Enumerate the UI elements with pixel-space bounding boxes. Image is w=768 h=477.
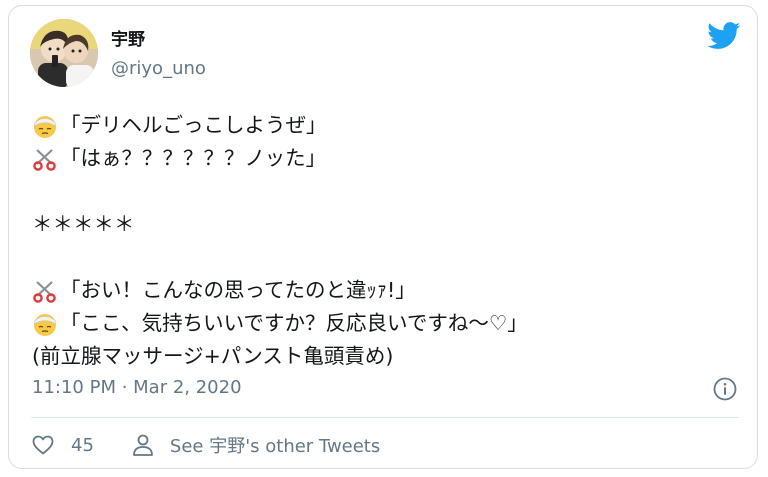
avatar[interactable]: [30, 19, 98, 87]
scissors-emoji: [32, 278, 58, 304]
tweet-line: ＊＊＊＊＊: [32, 208, 732, 241]
tweet-line-text: ＊＊＊＊＊: [32, 212, 135, 236]
divider: [31, 417, 739, 418]
tweet-line: 「デリヘルごっこしようぜ」: [32, 109, 732, 142]
display-name[interactable]: 宇野: [111, 30, 145, 50]
tweet-actions: 45 See 宇野's other Tweets: [31, 432, 380, 458]
bandaged-face-emoji: [32, 311, 58, 337]
tweet-line-text: 「ここ、気持ちいいですか？反応良いですね〜♡」: [60, 311, 528, 335]
tweet-line: 「ここ、気持ちいいですか？反応良いですね〜♡」: [32, 307, 732, 340]
tweet-card: 宇野 @riyo_uno 「デリヘルごっこしようぜ」 「はぁ？？？？？？ノッた」…: [8, 5, 758, 469]
person-icon: [132, 433, 154, 457]
tweet-text: 「デリヘルごっこしようぜ」 「はぁ？？？？？？ノッた」 ＊＊＊＊＊ 「おい！こん…: [32, 109, 732, 373]
scissors-emoji: [32, 146, 58, 172]
tweet-line: 「おい！こんなの思ってたのと違ｯｧ!」: [32, 274, 732, 307]
user-handle[interactable]: @riyo_uno: [111, 58, 206, 80]
tweet-line: (前立腺マッサージ+パンスト亀頭責め): [32, 340, 732, 373]
tweet-line: 「はぁ？？？？？？ノッた」: [32, 142, 732, 175]
tweet-timestamp[interactable]: 11:10 PM · Mar 2, 2020: [32, 376, 242, 400]
twitter-bird-icon[interactable]: [707, 22, 741, 50]
like-count[interactable]: 45: [71, 435, 94, 456]
tweet-line-text: 「はぁ？？？？？？ノッた」: [60, 146, 327, 170]
bandaged-face-emoji: [32, 113, 58, 139]
info-icon[interactable]: [713, 377, 737, 401]
tweet-line-text: 「デリヘルごっこしようぜ」: [60, 113, 327, 137]
tweet-line-text: 「おい！こんなの思ってたのと違ｯｧ!」: [60, 278, 416, 302]
heart-icon[interactable]: [31, 433, 55, 457]
tweet-line-text: (前立腺マッサージ+パンスト亀頭責め): [32, 344, 394, 368]
see-other-tweets-label: See 宇野's other Tweets: [169, 436, 381, 457]
see-other-tweets-link[interactable]: See 宇野's other Tweets: [132, 432, 380, 458]
